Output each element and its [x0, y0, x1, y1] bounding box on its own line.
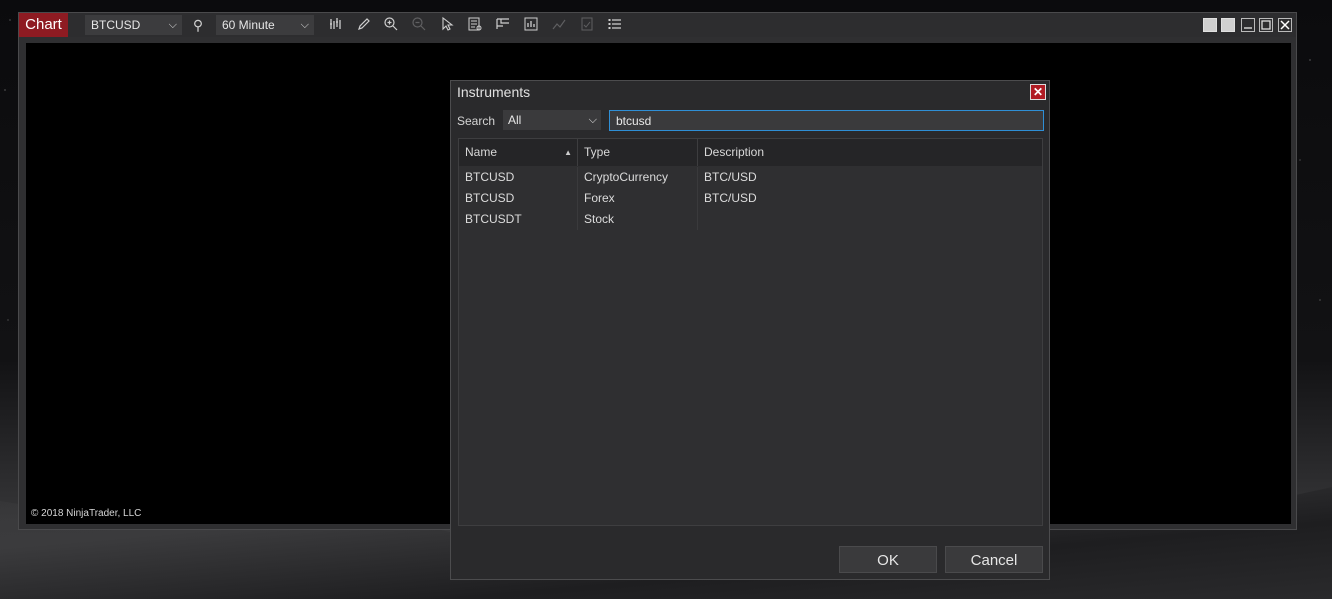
- cell-description: BTC/USD: [704, 170, 757, 184]
- maximize-icon[interactable]: [1259, 18, 1273, 32]
- cell-name: BTCUSDT: [459, 209, 578, 230]
- data-box-icon[interactable]: [466, 16, 484, 34]
- cell-description: [698, 209, 1044, 230]
- cell-name: BTCUSD: [459, 188, 578, 209]
- window-tile-icon[interactable]: [1203, 18, 1217, 32]
- chart-toolbar: Chart BTCUSD ⌵ ⚲ 60 Minute ⌵: [19, 13, 1296, 37]
- table-header: Name ▲ Type Description: [459, 139, 1042, 166]
- zoom-in-icon[interactable]: [382, 16, 400, 34]
- interval-selector[interactable]: 60 Minute ⌵: [216, 15, 314, 35]
- cell-description: BTC/USD: [704, 191, 757, 205]
- chart-trader-icon[interactable]: [494, 16, 512, 34]
- search-scope-dropdown[interactable]: All ⌵: [503, 110, 601, 130]
- column-header-name[interactable]: Name ▲: [459, 139, 578, 166]
- ok-button[interactable]: OK: [839, 546, 937, 573]
- chevron-down-icon: ⌵: [588, 114, 597, 126]
- chart-title-label: Chart: [19, 13, 68, 37]
- table-row[interactable]: BTCUSD CryptoCurrency BTC/USD: [459, 167, 1042, 188]
- copyright-text: © 2018 NinjaTrader, LLC: [31, 508, 142, 519]
- drawing-tool-icon[interactable]: [355, 16, 373, 34]
- zoom-out-icon[interactable]: [410, 16, 428, 34]
- search-scope-value: All: [508, 113, 522, 127]
- minimize-icon[interactable]: [1241, 18, 1255, 32]
- window-link-icon[interactable]: [1221, 18, 1235, 32]
- cancel-button[interactable]: Cancel: [945, 546, 1043, 573]
- dialog-title: Instruments: [457, 84, 531, 100]
- close-icon[interactable]: [1278, 18, 1292, 32]
- chevron-down-icon: ⌵: [300, 19, 309, 31]
- indicators-icon[interactable]: [522, 16, 540, 34]
- instrument-search-icon[interactable]: ⚲: [189, 16, 207, 34]
- interval-selector-value: 60 Minute: [222, 18, 275, 32]
- properties-icon[interactable]: [606, 16, 624, 34]
- cell-type: CryptoCurrency: [578, 167, 698, 188]
- cell-name: BTCUSD: [459, 167, 578, 188]
- instruments-dialog: Instruments ✕ Search All ⌵ Name ▲ Type D…: [450, 80, 1050, 580]
- column-header-description[interactable]: Description: [698, 139, 1044, 166]
- templates-icon[interactable]: [578, 16, 596, 34]
- instrument-selector-value: BTCUSD: [91, 18, 141, 32]
- instrument-selector[interactable]: BTCUSD ⌵: [85, 15, 182, 35]
- pointer-icon[interactable]: [438, 16, 456, 34]
- column-header-type[interactable]: Type: [578, 139, 698, 166]
- cell-type: Stock: [578, 209, 698, 230]
- instruments-table: Name ▲ Type Description BTCUSD CryptoCur…: [458, 138, 1043, 526]
- table-row[interactable]: BTCUSD Forex BTC/USD: [459, 188, 1042, 209]
- chevron-down-icon: ⌵: [168, 19, 177, 31]
- bar-type-icon[interactable]: [327, 16, 345, 34]
- cell-type: Forex: [578, 188, 698, 209]
- column-header-label: Name: [465, 145, 498, 159]
- table-row[interactable]: BTCUSDT Stock: [459, 209, 1042, 230]
- close-icon[interactable]: ✕: [1030, 84, 1046, 100]
- search-input[interactable]: [609, 110, 1044, 131]
- search-label: Search: [457, 114, 496, 128]
- strategies-icon[interactable]: [550, 16, 568, 34]
- sort-ascending-icon: ▲: [564, 148, 572, 157]
